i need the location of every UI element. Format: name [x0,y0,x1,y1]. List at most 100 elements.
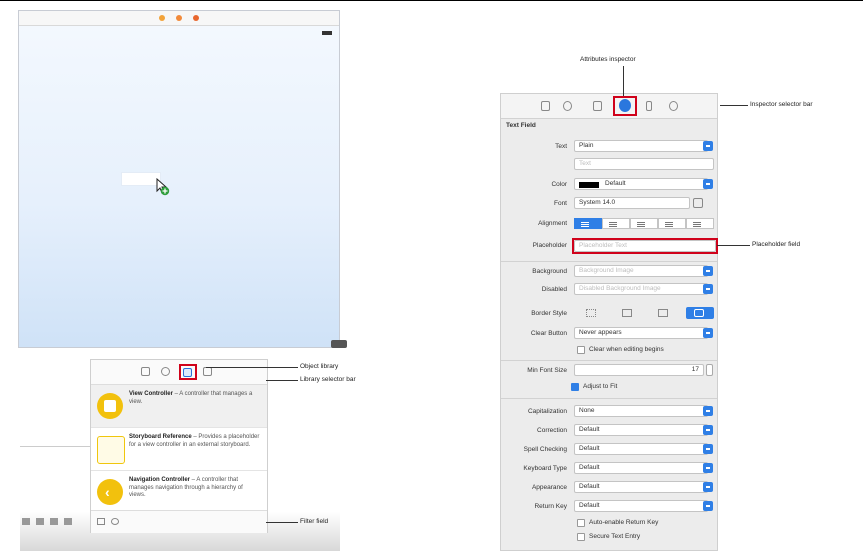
disabled-label: Disabled [541,286,567,293]
alignment-label: Alignment [538,220,567,227]
correction-popup[interactable]: Default [574,424,708,436]
align-natural-segment[interactable] [686,218,714,229]
appearance-label: Appearance [531,484,567,491]
secure-text-entry-checkbox[interactable] [577,533,585,541]
min-font-size-stepper[interactable] [706,364,713,376]
align-left-segment[interactable] [574,218,602,229]
keyboard-type-popup-arrow-icon[interactable] [703,463,713,473]
align-right-segment[interactable] [630,218,658,229]
font-field[interactable]: System 14.0 [574,197,690,209]
capitalization-popup[interactable]: None [574,405,708,417]
outline-toggle-icon[interactable] [22,517,30,525]
resolve-icon[interactable] [64,517,72,525]
object-library-pane[interactable]: View Controller – A controller that mana… [90,359,268,533]
inspector-selector-bar [501,94,717,119]
secure-text-entry-label: Secure Text Entry [589,533,641,540]
background-image-field[interactable]: Background Image [574,265,708,277]
color-popup[interactable]: Default [574,178,708,190]
size-inspector-icon[interactable] [646,101,652,111]
capitalization-popup-arrow-icon[interactable] [703,406,713,416]
storyboard-scene[interactable] [18,10,340,348]
grid-view-icon[interactable] [97,518,105,525]
inspector-selector-bar-leader [720,105,748,106]
library-item-title: View Controller [129,391,173,397]
spell-checking-popup[interactable]: Default [574,443,708,455]
quick-help-icon[interactable] [563,101,572,111]
view-controller-icon [97,393,123,419]
font-picker-icon[interactable] [693,198,703,208]
filter-bar [91,510,267,533]
color-popup-arrow-icon[interactable] [703,179,713,189]
dragged-text-field[interactable] [121,172,161,186]
pin-icon[interactable] [50,517,58,525]
outline-divider [20,446,90,447]
spell-checking-label: Spell Checking [523,446,567,453]
file-template-library-icon[interactable] [141,367,150,376]
exit-dock-icon[interactable] [193,15,199,21]
clear-button-popup[interactable]: Never appears [574,327,708,339]
first-responder-dock-icon[interactable] [176,15,182,21]
connections-inspector-icon[interactable] [669,101,678,111]
border-rounded-segment[interactable] [686,307,714,319]
keyboard-type-popup[interactable]: Default [574,462,708,474]
min-font-size-field[interactable]: 17 [574,364,704,376]
border-bezel-segment[interactable] [650,307,676,319]
auto-enable-return-label: Auto-enable Return Key [589,519,659,526]
return-key-popup-arrow-icon[interactable] [703,501,713,511]
section-title: Text Field [506,122,536,129]
file-inspector-icon[interactable] [541,101,550,111]
attributes-inspector: Text Field Text Plain Text Color Default… [500,93,718,551]
list-item[interactable]: View Controller – A controller that mana… [91,385,267,428]
placeholder-highlight [572,238,718,254]
navigation-controller-icon: ‹ [97,479,123,505]
text-type-popup[interactable]: Plain [574,140,708,152]
return-key-popup[interactable]: Default [574,500,708,512]
view-canvas[interactable] [19,26,339,347]
placeholder-field-callout: Placeholder field [752,241,801,248]
appearance-popup[interactable]: Default [574,481,708,493]
canvas-bottom-toolbar [22,516,90,526]
clear-when-editing-label: Clear when editing begins [589,346,664,353]
divider [501,261,717,262]
text-label: Text [555,143,567,150]
filter-icon[interactable] [111,518,119,525]
view-controller-dock-icon[interactable] [159,15,165,21]
spell-checking-popup-arrow-icon[interactable] [703,444,713,454]
size-class-badge[interactable] [331,340,347,348]
placeholder-label: Placeholder [532,242,567,249]
align-justified-segment[interactable] [658,218,686,229]
disabled-image-field[interactable]: Disabled Background Image [574,283,708,295]
adjust-to-fit-checkbox[interactable] [571,383,579,391]
divider [501,360,717,361]
list-item[interactable]: ‹ Navigation Controller – A controller t… [91,471,267,513]
border-line-segment[interactable] [614,307,640,319]
disabled-popup-arrow-icon[interactable] [703,284,713,294]
color-swatch [579,182,599,188]
background-popup-arrow-icon[interactable] [703,266,713,276]
object-library-leader [206,367,298,368]
auto-enable-return-checkbox[interactable] [577,519,585,527]
color-label: Color [551,181,567,188]
scene-dock[interactable] [19,11,339,26]
border-none-segment[interactable] [578,307,604,319]
object-library-callout: Object library [300,363,339,370]
text-type-popup-arrow-icon[interactable] [703,141,713,151]
list-item[interactable]: Storyboard Reference – Provides a placeh… [91,428,267,471]
media-library-icon[interactable] [203,367,212,376]
appearance-popup-arrow-icon[interactable] [703,482,713,492]
filter-field-leader [266,522,298,523]
clear-when-editing-checkbox[interactable] [577,346,585,354]
align-icon[interactable] [36,517,44,525]
drag-copy-cursor-icon [156,178,170,196]
correction-popup-arrow-icon[interactable] [703,425,713,435]
text-content-field[interactable]: Text [574,158,714,170]
color-value: Default [605,180,626,187]
inspector-selector-bar-callout: Inspector selector bar [750,101,813,108]
code-snippet-library-icon[interactable] [161,367,170,376]
align-center-segment[interactable] [602,218,630,229]
library-item-text: Storyboard Reference – Provides a placeh… [129,434,260,448]
identity-inspector-icon[interactable] [593,101,602,111]
clear-button-popup-arrow-icon[interactable] [703,328,713,338]
filter-field[interactable] [125,515,263,528]
library-selector-bar-leader [266,380,298,381]
